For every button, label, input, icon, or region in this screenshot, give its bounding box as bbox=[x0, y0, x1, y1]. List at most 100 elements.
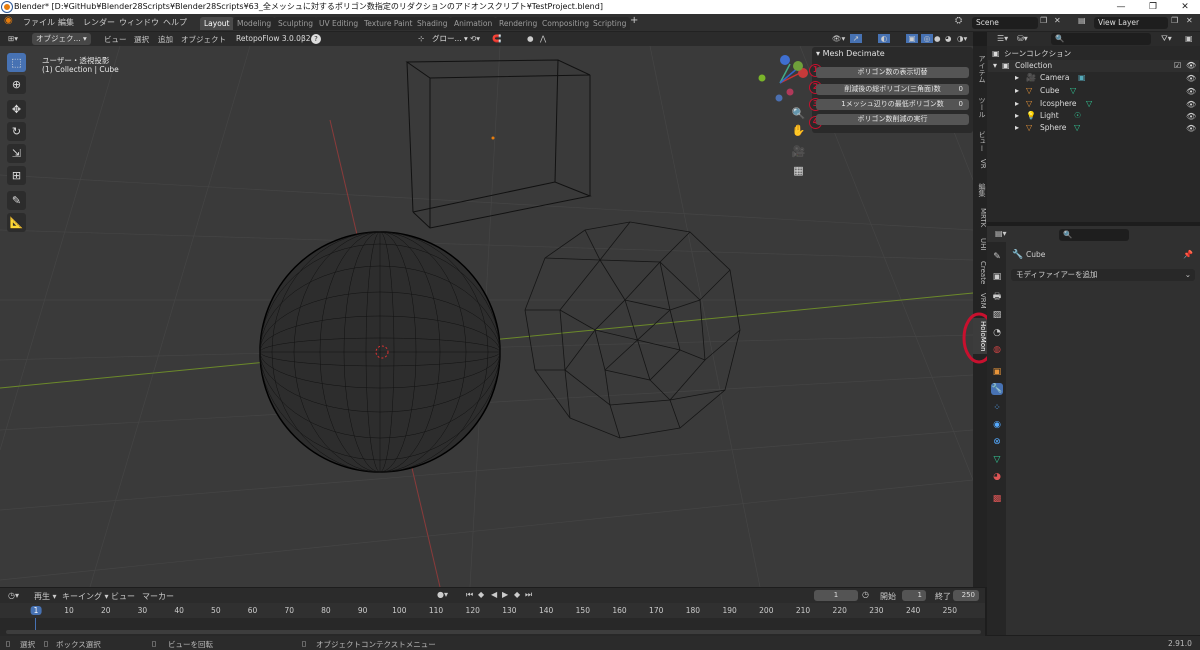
side-tab-create[interactable]: Create bbox=[973, 260, 987, 286]
expand-icon[interactable]: ▸ bbox=[1015, 110, 1019, 122]
expand-collection-icon[interactable]: ▾ bbox=[993, 60, 997, 72]
mesh-data-icon[interactable]: ▽ bbox=[1086, 98, 1092, 110]
expand-icon[interactable]: ▸ bbox=[1015, 72, 1019, 84]
camera-data-icon[interactable]: ▣ bbox=[1078, 72, 1086, 84]
transform-tool-icon[interactable]: ⊞ bbox=[7, 166, 26, 185]
timeline-menu-keying[interactable]: キーイング ▾ bbox=[62, 591, 109, 602]
total-polygons-field[interactable]: 削減後の総ポリゴン(三角面)数 0 bbox=[816, 84, 969, 95]
view-layer-field[interactable]: View Layer bbox=[1094, 17, 1168, 29]
timeline-menu-marker[interactable]: マーカー bbox=[142, 591, 174, 602]
gizmo-neg-z-axis[interactable] bbox=[775, 94, 783, 102]
perspective-grid-icon[interactable]: ▦ bbox=[790, 162, 807, 179]
side-tab-vrm[interactable]: VRM bbox=[973, 292, 987, 310]
xray-toggle-icon[interactable]: ▣ bbox=[906, 34, 918, 43]
menu-help[interactable]: ヘルプ bbox=[163, 17, 187, 28]
timeline-editor-icon[interactable]: ◷▾ bbox=[8, 591, 19, 600]
overlay-toggle-icon[interactable]: ◐ bbox=[878, 34, 890, 43]
camera-view-icon[interactable]: 🎥 bbox=[790, 143, 807, 160]
shading-wireframe-icon[interactable]: ◎ bbox=[921, 34, 933, 43]
viewport-menu-select[interactable]: 選択 bbox=[134, 34, 149, 45]
expand-icon[interactable]: ▸ bbox=[1015, 122, 1019, 134]
move-tool-icon[interactable]: ✥ bbox=[7, 100, 26, 119]
expand-icon[interactable]: ▸ bbox=[1015, 98, 1019, 110]
constraints-properties-icon[interactable]: ⊗ bbox=[991, 436, 1003, 448]
outliner-display-mode-icon[interactable]: ⛁▾ bbox=[1017, 34, 1028, 43]
tab-modeling[interactable]: Modeling bbox=[233, 17, 276, 30]
properties-search-input[interactable]: 🔍 bbox=[1059, 229, 1129, 241]
pan-hand-icon[interactable]: ✋ bbox=[790, 122, 807, 139]
light-eye-icon[interactable]: 👁 bbox=[1186, 112, 1196, 121]
minimize-button[interactable]: — bbox=[1106, 0, 1136, 14]
scale-tool-icon[interactable]: ⇲ bbox=[7, 144, 26, 163]
shading-rendered-icon[interactable]: ◑▾ bbox=[957, 34, 967, 43]
viewport-menu-object[interactable]: オブジェクト bbox=[181, 34, 226, 45]
annotate-tool-icon[interactable]: ✎ bbox=[7, 191, 26, 210]
cursor-tool-icon[interactable]: ⊕ bbox=[7, 75, 26, 94]
shading-material-icon[interactable]: ◕ bbox=[945, 34, 952, 43]
help-icon[interactable]: ? bbox=[311, 34, 321, 44]
proportional-edit-icon[interactable]: ● bbox=[527, 34, 534, 43]
expand-icon[interactable]: ▸ bbox=[1015, 85, 1019, 97]
pin-icon[interactable]: 📌 bbox=[1183, 250, 1193, 259]
tab-sculpting[interactable]: Sculpting bbox=[274, 17, 318, 30]
modifier-properties-icon[interactable]: 🔧 bbox=[991, 383, 1003, 395]
jump-keyframe-forward-icon[interactable]: ◆ bbox=[514, 590, 520, 599]
scene-field[interactable]: Scene bbox=[972, 17, 1038, 29]
zoom-icon[interactable]: 🔍 bbox=[790, 105, 807, 122]
timeline-menu-playback[interactable]: 再生 ▾ bbox=[34, 591, 57, 602]
panel-title[interactable]: ▾ Mesh Decimate bbox=[816, 49, 885, 58]
world-properties-icon[interactable]: ◍ bbox=[991, 344, 1003, 356]
side-tab-item[interactable]: アイテム bbox=[973, 52, 987, 86]
visibility-icon[interactable]: 👁▾ bbox=[832, 34, 845, 43]
output-properties-icon[interactable]: 🖶 bbox=[991, 291, 1003, 303]
side-tab-edit[interactable]: 編集 bbox=[973, 180, 987, 200]
timeline-scrollbar[interactable] bbox=[6, 630, 981, 634]
rotate-tool-icon[interactable]: ↻ bbox=[7, 122, 26, 141]
cube-eye-icon[interactable]: 👁 bbox=[1186, 87, 1196, 96]
menu-file[interactable]: ファイル bbox=[23, 17, 55, 28]
gizmo-neg-x-axis[interactable] bbox=[786, 88, 794, 96]
menu-edit[interactable]: 編集 bbox=[58, 17, 74, 28]
end-frame-field[interactable]: 250 bbox=[953, 590, 979, 601]
pivot-point-icon[interactable]: ⟲▾ bbox=[470, 34, 480, 43]
outliner-item-cube[interactable]: ▸ ▽ Cube ▽ bbox=[988, 85, 1199, 97]
mesh-data-icon[interactable]: ▽ bbox=[1074, 122, 1080, 134]
min-polygons-field[interactable]: 1メッシュ辺りの最低ポリゴン数 0 bbox=[816, 99, 969, 110]
scene-copy-icon[interactable]: ❐ bbox=[1040, 16, 1047, 25]
viewport-menu-view[interactable]: ビュー bbox=[104, 34, 127, 45]
outliner-search-input[interactable]: 🔍 bbox=[1051, 33, 1151, 45]
outliner-collection[interactable]: ▾ ▣ Collection ☑ 👁 bbox=[988, 60, 1199, 72]
texture-properties-icon[interactable]: ▩ bbox=[991, 493, 1003, 505]
tab-layout[interactable]: Layout bbox=[200, 17, 234, 30]
jump-start-icon[interactable]: ⏮ bbox=[466, 590, 473, 600]
maximize-button[interactable]: ❐ bbox=[1138, 0, 1168, 14]
play-reverse-icon[interactable]: ◀ bbox=[491, 590, 497, 599]
tab-compositing[interactable]: Compositing bbox=[538, 17, 594, 30]
menu-render[interactable]: レンダー bbox=[83, 17, 115, 28]
add-modifier-dropdown[interactable]: モディファイアーを追加 ⌄ bbox=[1011, 269, 1195, 281]
scene-remove-icon[interactable]: ✕ bbox=[1054, 16, 1061, 25]
toggle-polycount-button[interactable]: ポリゴン数の表示切替 bbox=[816, 67, 969, 78]
jump-end-icon[interactable]: ⏭ bbox=[525, 590, 532, 600]
measure-tool-icon[interactable]: 📐 bbox=[7, 213, 26, 232]
menu-window[interactable]: ウィンドウ bbox=[119, 17, 159, 28]
mode-dropdown[interactable]: オブジェク... ▾ bbox=[32, 33, 91, 45]
data-properties-icon[interactable]: ▽ bbox=[991, 454, 1003, 466]
sphere-eye-icon[interactable]: 👁 bbox=[1186, 124, 1196, 133]
mesh-data-icon[interactable]: ▽ bbox=[1070, 85, 1076, 97]
new-collection-icon[interactable]: ▣ bbox=[1185, 34, 1193, 43]
side-tab-mrtk[interactable]: MRTK bbox=[973, 207, 987, 229]
tab-rendering[interactable]: Rendering bbox=[495, 17, 542, 30]
outliner-item-camera[interactable]: ▸ 🎥 Camera ▣ bbox=[988, 72, 1199, 84]
current-frame-field[interactable]: 1 bbox=[814, 590, 858, 601]
icosphere-eye-icon[interactable]: 👁 bbox=[1186, 100, 1196, 109]
execute-decimate-button[interactable]: ポリゴン数削減の実行 bbox=[816, 114, 969, 125]
record-icon[interactable]: ●▾ bbox=[437, 590, 448, 599]
camera-eye-icon[interactable]: 👁 bbox=[1186, 74, 1196, 83]
gizmo-toggle-icon[interactable]: ↗ bbox=[850, 34, 862, 43]
retopoflow-dropdown[interactable]: RetopoFlow 3.0.0β2 bbox=[232, 33, 315, 45]
play-icon[interactable]: ▶ bbox=[502, 590, 508, 599]
tab-uv-editing[interactable]: UV Editing bbox=[315, 17, 363, 30]
outliner-item-light[interactable]: ▸ 💡 Light ☉ bbox=[988, 110, 1199, 122]
material-properties-icon[interactable]: ◕ bbox=[991, 471, 1003, 483]
